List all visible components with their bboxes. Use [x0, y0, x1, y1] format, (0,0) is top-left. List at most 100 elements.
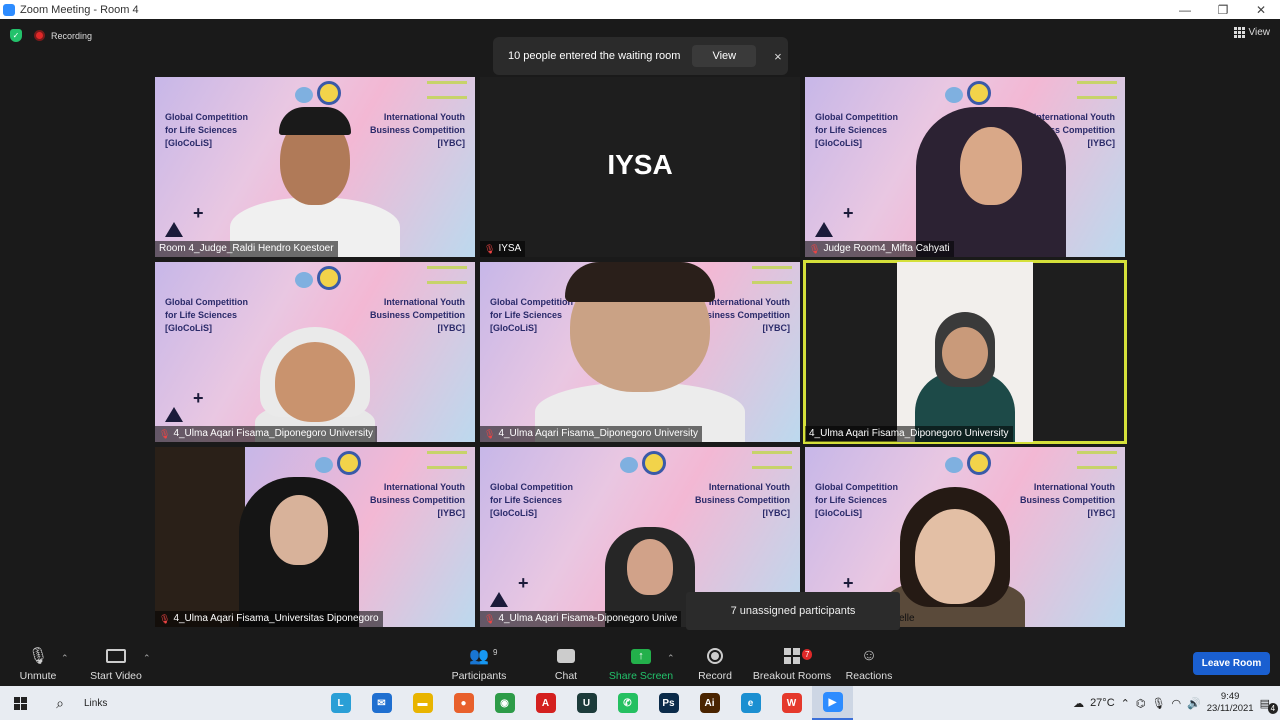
security-shield-icon[interactable]: ✓	[10, 29, 22, 42]
participant-name: Room 4_Judge_Raldi Hendro Koestoer	[155, 241, 338, 257]
minimize-button[interactable]: —	[1166, 3, 1204, 17]
taskbar-illustrator-icon[interactable]: Ai	[689, 686, 730, 720]
notification-text: 10 people entered the waiting room	[508, 50, 681, 62]
participant-name: 🎙 4_Ulma Aqari Fisama_Diponegoro Universi…	[480, 426, 702, 442]
record-button[interactable]: Record	[675, 645, 755, 682]
clock-date: 23/11/2021	[1206, 703, 1254, 714]
taskbar-file-explorer-icon[interactable]: ▬	[402, 686, 443, 720]
glocolis-logo	[945, 451, 993, 475]
taskbar-apps: L ✉ ▬ ● ◉ A U ✆ Ps Ai e W ▶	[320, 686, 853, 720]
windows-taskbar: ⌕ Links L ✉ ▬ ● ◉ A U ✆ Ps Ai e W ▶ ☁ 27°C ⌃ ⌬ 🎙 ◠ 🔊…	[0, 686, 1280, 720]
window-titlebar: Zoom Meeting - Room 4 — ❐ ✕	[0, 0, 1280, 19]
tray-overflow-icon[interactable]: ⌃	[1121, 697, 1130, 710]
decor-triangle	[490, 592, 508, 607]
participant-video	[239, 457, 359, 627]
wifi-icon[interactable]: ◠	[1171, 697, 1181, 710]
video-tile-ulma-2[interactable]: Global Competition for Life Sciences [GloC…	[480, 262, 800, 442]
chat-icon	[526, 645, 606, 667]
decor-triangle	[165, 407, 183, 422]
microphone-icon[interactable]: 🎙	[1151, 697, 1165, 710]
taskbar-whatsapp-icon[interactable]: ✆	[607, 686, 648, 720]
share-screen-label: Share Screen	[608, 670, 674, 682]
taskbar-clock[interactable]: 9:49 23/11/2021	[1207, 691, 1254, 715]
meeting-status: ✓ Recording	[10, 29, 92, 42]
zoom-glyph: ▶	[822, 692, 843, 712]
taskbar-u-app-icon[interactable]: U	[566, 686, 607, 720]
participant-video	[915, 87, 1066, 257]
taskbar-l-app-icon[interactable]: L	[320, 686, 361, 720]
participants-icon: 👥	[469, 648, 489, 665]
illustrator-glyph: Ai	[699, 693, 720, 713]
audio-options-caret-icon[interactable]: ⌃	[61, 653, 69, 664]
video-tile-iysa[interactable]: IYSA 🎙 IYSA	[480, 77, 800, 257]
participant-video	[535, 262, 745, 442]
video-options-caret-icon[interactable]: ⌃	[143, 653, 151, 664]
video-tile-ulma-1[interactable]: Global Competition for Life Sciences [GloC…	[155, 262, 475, 442]
video-tile-ulma-3-active-speaker[interactable]: 4_Ulma Aqari Fisama_Diponegoro Universit…	[803, 260, 1127, 444]
notification-close-icon[interactable]: ×	[774, 49, 782, 64]
links-toolbar[interactable]: Links	[80, 698, 320, 709]
system-tray: ☁ 27°C ⌃ ⌬ 🎙 ◠ 🔊 9:49 23/11/2021 ▤ 4	[1073, 686, 1280, 720]
search-icon[interactable]: ⌕	[40, 695, 80, 712]
taskbar-chrome-icon[interactable]: ◉	[484, 686, 525, 720]
participant-video	[885, 487, 1026, 627]
mic-muted-icon: 🎙	[159, 614, 171, 624]
taskbar-photoshop-icon[interactable]: Ps	[648, 686, 689, 720]
firefox-glyph: ●	[453, 693, 474, 713]
breakout-rooms-button[interactable]: Breakout Rooms	[752, 645, 832, 682]
mail-glyph: ✉	[371, 693, 392, 713]
acrobat-glyph: A	[535, 693, 556, 713]
recording-label: Recording	[51, 30, 93, 41]
file-explorer-glyph: ▬	[412, 693, 433, 713]
taskbar-mail-icon[interactable]: ✉	[361, 686, 402, 720]
decor-stripes	[752, 451, 792, 469]
grid-view-icon	[1233, 27, 1245, 38]
leave-room-button[interactable]: Leave Room	[1193, 652, 1270, 675]
volume-icon[interactable]: 🔊	[1187, 697, 1201, 710]
glocolis-logo	[295, 266, 343, 290]
participant-name: 4_Ulma Aqari Fisama_Diponegoro Universit…	[805, 426, 1013, 442]
windows-start-icon[interactable]	[0, 686, 40, 720]
toast-text: 7 unassigned participants	[730, 605, 856, 617]
bg-left-title: Global Competition for Life Sciences [GloC…	[490, 482, 573, 518]
chat-label: Chat	[554, 670, 578, 682]
taskbar-acrobat-icon[interactable]: A	[525, 686, 566, 720]
bg-left-title: Global Competition for Life Sciences [GloC…	[815, 112, 898, 148]
taskbar-edge-icon[interactable]: e	[730, 686, 771, 720]
bg-left-title: Global Competition for Life Sciences [GloC…	[165, 297, 248, 333]
close-window-button[interactable]: ✕	[1242, 3, 1280, 17]
taskbar-wps-icon[interactable]: W	[771, 686, 812, 720]
unassigned-participants-toast[interactable]: 7 unassigned participants	[686, 592, 900, 630]
participant-video	[897, 262, 1033, 442]
participants-count: 9	[493, 648, 498, 657]
video-tile-judge-mifta[interactable]: Global Competition for Life Sciences [GloC…	[805, 77, 1125, 257]
mic-muted-icon: 🎙	[484, 244, 496, 254]
reactions-button[interactable]: ☺ Reactions	[829, 645, 909, 682]
decor-plus: +	[843, 573, 854, 593]
decor-stripes	[427, 451, 467, 469]
start-video-label: Start Video	[90, 670, 142, 682]
decor-triangle	[165, 222, 183, 237]
participants-button[interactable]: 👥 Participants	[439, 645, 519, 682]
chat-button[interactable]: Chat	[526, 645, 606, 682]
view-layout-button[interactable]: View	[1233, 27, 1271, 38]
participant-name: 🎙 4_Ulma Aqari Fisama_Diponegoro Universi…	[155, 426, 377, 442]
taskbar-firefox-icon[interactable]: ●	[443, 686, 484, 720]
network-icon[interactable]: ⌬	[1136, 697, 1146, 710]
video-tile-judge-raldi[interactable]: Global Competition for Life Sciences [GloC…	[155, 77, 475, 257]
participants-label: Participants	[451, 670, 507, 682]
decor-stripes	[752, 266, 792, 284]
recording-indicator[interactable]: Recording	[34, 30, 92, 41]
notifications-icon[interactable]: ▤ 4	[1260, 697, 1279, 714]
weather-icon[interactable]: ☁	[1073, 697, 1084, 710]
participant-display-name: IYSA	[607, 149, 673, 180]
maximize-button[interactable]: ❐	[1204, 3, 1242, 17]
temperature[interactable]: 27°C	[1090, 697, 1115, 709]
video-tile-ulma-4[interactable]: International Youth Business Competition[…	[155, 447, 475, 627]
mic-muted-icon: 🎙	[484, 429, 496, 439]
share-options-caret-icon[interactable]: ⌃	[667, 653, 675, 664]
view-label: View	[1248, 27, 1271, 38]
wps-glyph: W	[781, 693, 802, 713]
notification-view-button[interactable]: View	[692, 45, 757, 67]
taskbar-zoom-icon[interactable]: ▶	[812, 686, 853, 720]
